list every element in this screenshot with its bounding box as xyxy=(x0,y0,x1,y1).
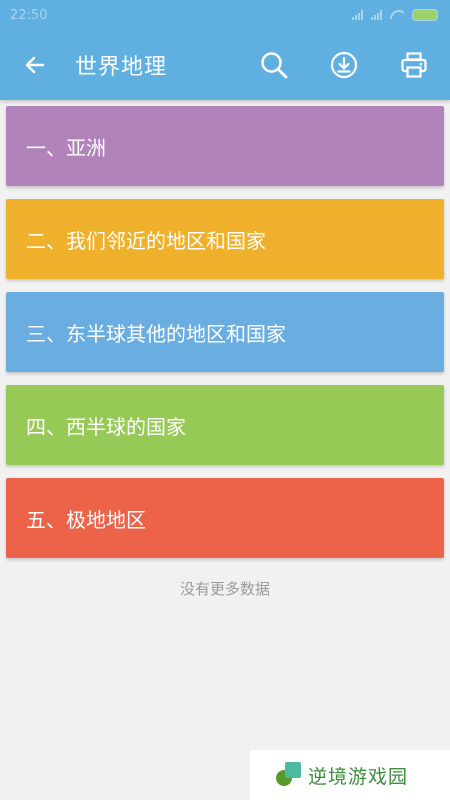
signal-icon-2 xyxy=(371,10,382,20)
app-bar: 世界地理 xyxy=(0,30,450,100)
list-item-label: 五、极地地区 xyxy=(26,507,146,532)
list-item-1[interactable]: 一、亚洲 xyxy=(6,106,444,186)
print-button[interactable] xyxy=(392,43,436,87)
download-button[interactable] xyxy=(322,43,366,87)
download-icon xyxy=(330,51,358,79)
signal-icon xyxy=(352,10,363,20)
search-icon xyxy=(261,52,288,79)
list-item-2[interactable]: 二、我们邻近的地区和国家 xyxy=(6,199,444,279)
wifi-icon xyxy=(390,10,404,20)
status-icons xyxy=(352,9,438,21)
watermark-logo-icon xyxy=(276,762,302,788)
app-screen: 22:50 世界地理 一、亚洲 二、我们邻近的地区和国家 三、东半球其他的地区和… xyxy=(0,0,450,800)
list-item-3[interactable]: 三、东半球其他的地区和国家 xyxy=(6,292,444,372)
print-icon xyxy=(401,52,427,78)
list-item-label: 二、我们邻近的地区和国家 xyxy=(26,228,266,253)
app-bar-actions xyxy=(252,43,436,87)
list-item-label: 一、亚洲 xyxy=(26,135,106,160)
back-button[interactable] xyxy=(13,43,57,87)
watermark: 逆境游戏园 xyxy=(250,750,450,800)
status-bar: 22:50 xyxy=(0,0,450,30)
watermark-text: 逆境游戏园 xyxy=(308,765,409,788)
status-time: 22:50 xyxy=(10,7,48,23)
no-more-data-text: 没有更多数据 xyxy=(179,580,270,598)
list-item-label: 三、东半球其他的地区和国家 xyxy=(26,321,286,346)
search-button[interactable] xyxy=(252,43,296,87)
battery-icon xyxy=(412,9,438,21)
list-item-label: 四、西半球的国家 xyxy=(26,414,186,439)
arrow-left-icon xyxy=(25,56,45,74)
list-item-5[interactable]: 五、极地地区 xyxy=(6,478,444,558)
page-title: 世界地理 xyxy=(75,55,168,80)
chapter-list: 一、亚洲 二、我们邻近的地区和国家 三、东半球其他的地区和国家 四、西半球的国家… xyxy=(6,106,444,571)
list-item-4[interactable]: 四、西半球的国家 xyxy=(6,385,444,465)
